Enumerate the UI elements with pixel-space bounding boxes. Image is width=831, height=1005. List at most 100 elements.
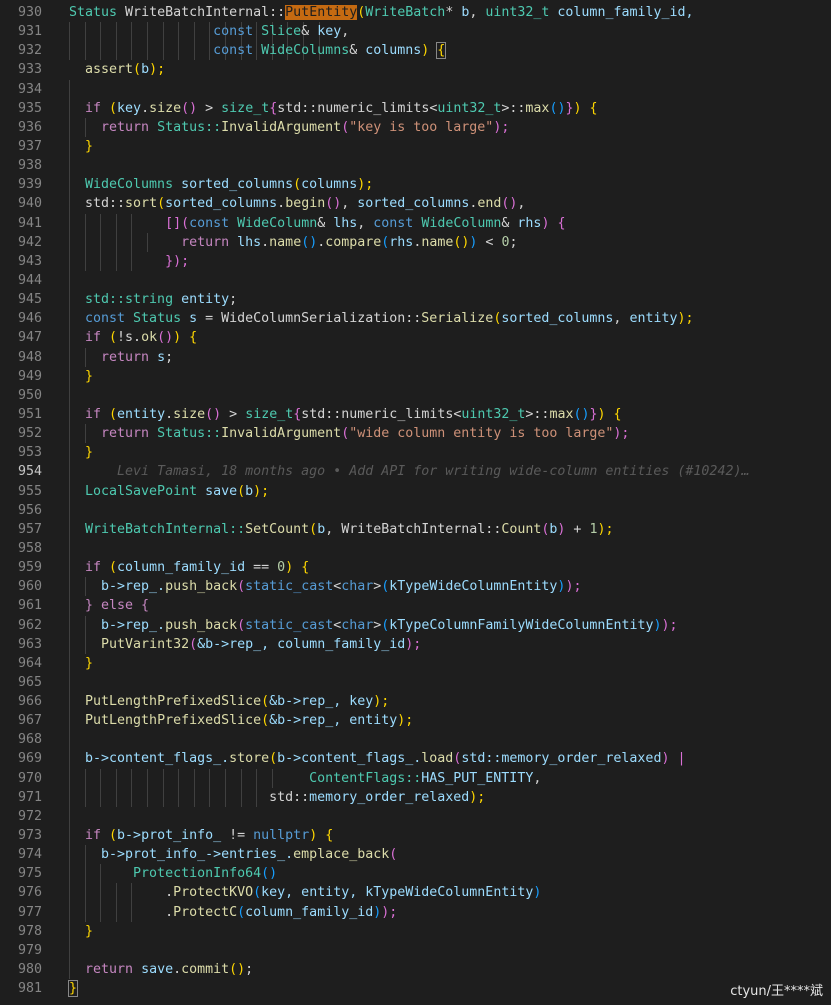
code-token: ) {	[173, 330, 198, 346]
code-token: );	[661, 617, 678, 633]
code-token: name	[269, 234, 302, 250]
code-line[interactable]: 979	[0, 940, 831, 961]
code-text: b->prot_info_->entries_.emplace_back(	[69, 845, 397, 864]
line-number: 957	[17, 521, 42, 537]
code-text: assert(b);	[69, 60, 165, 79]
code-line[interactable]: 933 assert(b);	[0, 60, 831, 79]
code-line[interactable]: 964 }	[0, 653, 831, 673]
code-line[interactable]: 951 if (entity.size() > size_t{std::nume…	[0, 404, 831, 425]
code-line[interactable]: 968	[0, 730, 831, 750]
code-line[interactable]: 943 });	[0, 251, 831, 271]
code-line[interactable]: 935 if (key.size() > size_t{std::numeric…	[0, 98, 831, 118]
code-line[interactable]: 939 WideColumns sorted_columns(columns);	[0, 175, 831, 195]
line-number: 954	[17, 464, 42, 480]
code-token: rhs	[389, 234, 414, 250]
code-line[interactable]: 946 const Status s = WideColumnSerializa…	[0, 309, 831, 329]
code-line[interactable]: 961 } else {	[0, 596, 831, 616]
code-line[interactable]: 978 }	[0, 921, 831, 941]
code-token: size_t	[245, 406, 294, 422]
code-line[interactable]: 941 [](const WideColumn& lhs, const Wide…	[0, 213, 831, 233]
code-line[interactable]: 930 Status WriteBatchInternal::PutEntity(…	[0, 3, 831, 22]
code-token: }	[69, 923, 94, 939]
code-line[interactable]: 962 b->rep_.push_back(static_cast<char>(…	[0, 615, 831, 635]
code-token: (	[389, 847, 398, 863]
code-text: b->rep_.push_back(static_cast<char>(kTyp…	[69, 577, 581, 596]
code-token: );	[381, 904, 398, 920]
line-number: 966	[17, 694, 42, 710]
code-token: (	[237, 617, 246, 633]
code-line[interactable]: 949 }	[0, 366, 831, 386]
code-line[interactable]: 953 }	[0, 443, 831, 463]
code-line[interactable]: 952 return Status::InvalidArgument("wide…	[0, 424, 831, 444]
code-text: LocalSavePoint save(b);	[69, 482, 269, 501]
code-line[interactable]: 965	[0, 672, 831, 693]
code-token: } else {	[69, 598, 150, 614]
code-line[interactable]: 950	[0, 385, 831, 405]
code-token: std::numeric_limits<	[301, 406, 462, 422]
code-line[interactable]: 959 if (column_family_id == 0) {	[0, 558, 831, 578]
code-token: (	[237, 579, 246, 595]
code-line[interactable]: 977 .ProtectC(column_family_id));	[0, 902, 831, 922]
code-line[interactable]: 976 .ProtectKVO(key, entity, kTypeWideCo…	[0, 883, 831, 903]
code-token: ProtectKVO	[173, 885, 254, 901]
code-line[interactable]: 936 return Status::InvalidArgument("key …	[0, 117, 831, 137]
code-line[interactable]: 958	[0, 538, 831, 559]
code-token: compare	[325, 234, 382, 250]
code-token: b	[317, 521, 326, 537]
code-line[interactable]: 947 if (!s.ok()) {	[0, 328, 831, 348]
line-number: 977	[17, 904, 42, 920]
code-text: PutVarint32(&b->rep_, column_family_id);	[69, 635, 421, 654]
code-line[interactable]: 940 std::sort(sorted_columns.begin(), so…	[0, 194, 831, 214]
code-line[interactable]: 972	[0, 806, 831, 827]
code-line[interactable]: 944	[0, 270, 831, 291]
line-number: 965	[17, 674, 42, 690]
code-line[interactable]: 931 const Slice& key,	[0, 22, 831, 42]
code-line[interactable]: 981}	[0, 979, 831, 998]
code-line[interactable]: 970 ContentFlags::HAS_PUT_ENTITY,	[0, 768, 831, 788]
code-token: .	[69, 885, 174, 901]
code-token: key	[117, 100, 142, 116]
code-token: WideColumns	[69, 177, 182, 193]
code-line[interactable]: 932 const WideColumns& columns) {	[0, 41, 831, 61]
line-number: 937	[17, 138, 42, 154]
code-line[interactable]: 971 std::memory_order_relaxed);	[0, 787, 831, 807]
code-editor[interactable]: 930 Status WriteBatchInternal::PutEntity(…	[0, 3, 831, 998]
code-token: });	[69, 253, 190, 269]
code-token: s	[157, 349, 166, 365]
code-token: key	[349, 694, 374, 710]
code-line[interactable]: 967 PutLengthPrefixedSlice(&b->rep_, ent…	[0, 711, 831, 731]
code-line[interactable]: 955 LocalSavePoint save(b);	[0, 481, 831, 501]
code-line[interactable]: 956	[0, 500, 831, 520]
code-line[interactable]: 942 return lhs.name().compare(rhs.name()…	[0, 232, 831, 252]
code-line[interactable]: 975 ProtectionInfo64()	[0, 864, 831, 884]
code-line[interactable]: 954 Levi Tamasi, 18 months ago • Add API…	[0, 462, 831, 482]
line-number: 947	[17, 330, 42, 346]
code-token: )	[533, 885, 542, 901]
code-line[interactable]: 937 }	[0, 136, 831, 157]
code-token: &	[317, 215, 334, 231]
line-number: 975	[17, 866, 42, 882]
code-token: key	[317, 24, 342, 40]
code-line[interactable]: 966 PutLengthPrefixedSlice(&b->rep_, key…	[0, 692, 831, 712]
code-text: }	[69, 443, 93, 462]
code-line[interactable]: 934	[0, 79, 831, 99]
line-number: 949	[17, 368, 42, 384]
code-line[interactable]: 973 if (b->prot_info_ != nullptr) {	[0, 826, 831, 846]
code-line[interactable]: 948 return s;	[0, 347, 831, 367]
code-token: >	[197, 100, 222, 116]
code-token: (	[109, 828, 118, 844]
code-token: if	[69, 560, 110, 576]
code-line[interactable]: 974 b->prot_info_->entries_.emplace_back…	[0, 845, 831, 865]
code-line[interactable]: 945 std::string entity;	[0, 290, 831, 310]
code-line[interactable]: 957 WriteBatchInternal::SetCount(b, Writ…	[0, 519, 831, 539]
code-line[interactable]: 963 PutVarint32(&b->rep_, column_family_…	[0, 634, 831, 654]
code-token: InvalidArgument	[221, 119, 342, 135]
code-token: name	[421, 234, 454, 250]
code-line[interactable]: 960 b->rep_.push_back(static_cast<char>(…	[0, 577, 831, 597]
line-number: 952	[17, 426, 42, 442]
code-line[interactable]: 938	[0, 156, 831, 176]
code-line[interactable]: 980 return save.commit();	[0, 960, 831, 980]
code-token: entity	[181, 292, 230, 308]
code-line[interactable]: 969 b->content_flags_.store(b->content_f…	[0, 749, 831, 769]
code-token: &b->rep_,	[269, 694, 350, 710]
